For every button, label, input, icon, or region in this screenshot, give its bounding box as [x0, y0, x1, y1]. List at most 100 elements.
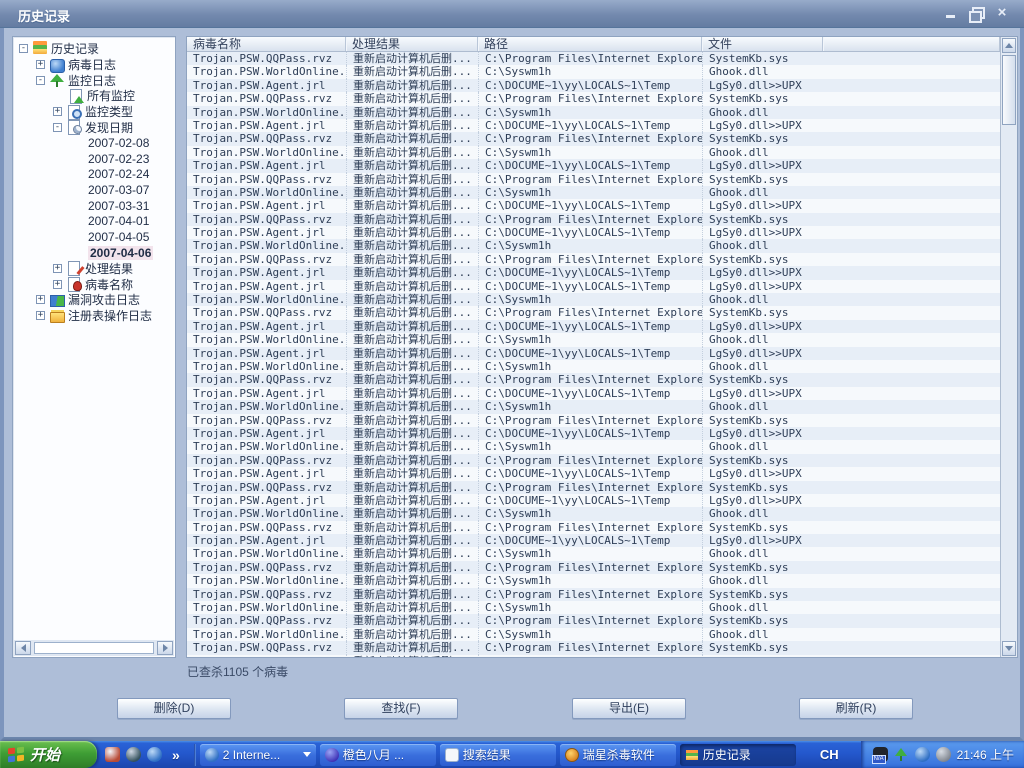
table-row[interactable]: Trojan.PSW.WorldOnline.bx重新启动计算机后删...C:\… [187, 186, 1000, 199]
table-row[interactable]: Trojan.PSW.Agent.jrl重新启动计算机后删...C:\DOCUM… [187, 494, 1000, 507]
refresh-button[interactable]: 刷新(R) [799, 698, 913, 719]
tree-item[interactable]: -发现日期 [13, 119, 175, 135]
tree-item[interactable]: +处理结果 [13, 261, 175, 277]
expand-toggle-icon[interactable]: + [36, 295, 45, 304]
table-row[interactable]: Trojan.PSW.Agent.jrl重新启动计算机后删...C:\DOCUM… [187, 199, 1000, 212]
quicklaunch-ie-icon[interactable] [147, 747, 162, 762]
table-row[interactable]: Trojan.PSW.Agent.jrl重新启动计算机后删...C:\DOCUM… [187, 320, 1000, 333]
table-row[interactable]: Trojan.PSW.QQPass.rvz重新启动计算机后删...C:\Prog… [187, 92, 1000, 105]
task-group-caret-icon[interactable] [303, 752, 311, 757]
tree-item[interactable]: +病毒日志 [13, 57, 175, 73]
table-row[interactable]: Trojan.PSW.WorldOnline.bx重新启动计算机后删...C:\… [187, 628, 1000, 641]
expand-toggle-icon[interactable]: + [53, 264, 62, 273]
clock[interactable]: 21:46 上午 [957, 746, 1014, 763]
expand-toggle-icon[interactable]: + [36, 311, 45, 320]
table-vertical-scrollbar[interactable] [1000, 37, 1017, 657]
ie-tray-icon[interactable] [915, 747, 930, 762]
delete-button[interactable]: 删除(D) [117, 698, 231, 719]
scroll-up-button[interactable] [1002, 38, 1016, 53]
column-header-result[interactable]: 处理结果 [346, 37, 478, 51]
table-row[interactable]: Trojan.PSW.QQPass.rvz重新启动计算机后删...C:\Prog… [187, 213, 1000, 226]
table-row[interactable]: Trojan.PSW.QQPass.rvz重新启动计算机后删...C:\Prog… [187, 373, 1000, 386]
table-row[interactable]: Trojan.PSW.WorldOnline.bx重新启动计算机后删...C:\… [187, 400, 1000, 413]
table-row[interactable]: Trojan.PSW.WorldOnline.bx重新启动计算机后删...C:\… [187, 601, 1000, 614]
table-row[interactable]: Trojan.PSW.Agent.jrl重新启动计算机后删...C:\DOCUM… [187, 280, 1000, 293]
tree-item[interactable]: +注册表操作日志 [13, 308, 175, 324]
export-button[interactable]: 导出(E) [572, 698, 686, 719]
scrollbar-thumb[interactable] [1002, 55, 1016, 125]
table-row[interactable]: Trojan.PSW.QQPass.rvz重新启动计算机后删...C:\Prog… [187, 253, 1000, 266]
table-row[interactable]: Trojan.PSW.WorldOnline.bx重新启动计算机后删...C:\… [187, 547, 1000, 560]
scrollbar-track[interactable] [34, 642, 154, 654]
volume-icon[interactable] [936, 747, 951, 762]
tree-item[interactable]: 所有监控 [13, 88, 175, 104]
expand-toggle-icon[interactable]: + [36, 60, 45, 69]
tree-item[interactable]: 2007-04-01 [13, 214, 175, 230]
tree-item[interactable]: -监控日志 [13, 72, 175, 88]
expand-toggle-icon[interactable]: + [53, 280, 62, 289]
scroll-down-button[interactable] [1002, 641, 1016, 656]
table-row[interactable]: Trojan.PSW.Agent.jrl重新启动计算机后删...C:\DOCUM… [187, 159, 1000, 172]
tree-item[interactable]: 2007-02-08 [13, 135, 175, 151]
taskbar-task-search-doc[interactable]: 搜索结果 [440, 744, 556, 766]
table-row[interactable]: Trojan.PSW.QQPass.rvz重新启动计算机后删...C:\Prog… [187, 521, 1000, 534]
quicklaunch-messenger-icon[interactable] [126, 747, 141, 762]
table-row[interactable]: Trojan.PSW.WorldOnline.bx重新启动计算机后删...C:\… [187, 239, 1000, 252]
close-button[interactable]: × [994, 6, 1010, 21]
table-row[interactable]: Trojan.PSW.WorldOnline.bx重新启动计算机后删...C:\… [187, 440, 1000, 453]
quicklaunch-browser-red-icon[interactable] [105, 747, 120, 762]
start-button[interactable]: 开始 [0, 741, 97, 768]
table-row[interactable]: Trojan.PSW.QQPass.rvz重新启动计算机后删...C:\Prog… [187, 454, 1000, 467]
tree-item[interactable]: 2007-02-24 [13, 167, 175, 183]
table-row[interactable]: Trojan.PSW.QQPass.rvz重新启动计算机后删...C:\Prog… [187, 481, 1000, 494]
tree-item[interactable]: -历史记录 [13, 41, 175, 57]
table-row[interactable]: Trojan.PSW.WorldOnline.bx重新启动计算机后删...C:\… [187, 507, 1000, 520]
tree-item[interactable]: 2007-03-31 [13, 198, 175, 214]
column-header-virus-name[interactable]: 病毒名称 [187, 37, 346, 51]
tree-item[interactable]: +病毒名称 [13, 276, 175, 292]
scroll-right-button[interactable] [157, 641, 173, 655]
expand-toggle-icon[interactable]: + [53, 107, 62, 116]
collapse-toggle-icon[interactable]: - [36, 76, 45, 85]
table-row[interactable]: Trojan.PSW.QQPass.rvz重新启动计算机后删...C:\Prog… [187, 132, 1000, 145]
taskbar-task-ie[interactable]: 2 Interne... [200, 744, 316, 766]
table-row[interactable]: Trojan.PSW.QQPass.rvz重新启动计算机后删...C:\Prog… [187, 173, 1000, 186]
table-row[interactable]: Trojan.PSW.Agent.jrl重新启动计算机后删...C:\DOCUM… [187, 467, 1000, 480]
table-row[interactable]: Trojan.PSW.QQPass.rvz重新启动计算机后删...C:\Prog… [187, 614, 1000, 627]
table-row[interactable]: Trojan.PSW.QQPass.rvz重新启动计算机后删...C:\Prog… [187, 414, 1000, 427]
language-indicator[interactable]: CH [810, 747, 849, 762]
scroll-left-button[interactable] [15, 641, 31, 655]
taskbar-task-history-books[interactable]: 历史记录 [680, 744, 796, 766]
tree-item[interactable]: 2007-03-07 [13, 182, 175, 198]
collapse-toggle-icon[interactable]: - [19, 44, 28, 53]
titlebar[interactable]: 历史记录 × [0, 0, 1024, 28]
table-row[interactable]: Trojan.PSW.WorldOnline.bx重新启动计算机后删...C:\… [187, 574, 1000, 587]
table-row[interactable]: Trojan.PSW.QQPass.rvz重新启动计算机后删...C:\Prog… [187, 52, 1000, 65]
taskbar-task-rising-lion[interactable]: 瑞星杀毒软件 [560, 744, 676, 766]
taskbar-task-orange-august[interactable]: 橙色八月 ... [320, 744, 436, 766]
quicklaunch-overflow-chevron[interactable]: » [168, 747, 184, 763]
table-row[interactable]: Trojan.PSW.QQPass.rvz重新启动计算机后删...C:\Prog… [187, 641, 1000, 654]
qq-na-icon[interactable] [873, 747, 888, 762]
table-row[interactable]: Trojan.PSW.WorldOnline.bx重新启动计算机后删...C:\… [187, 293, 1000, 306]
table-row[interactable]: Trojan.PSW.Agent.jrl重新启动计算机后删...C:\DOCUM… [187, 119, 1000, 132]
tree-item[interactable]: +监控类型 [13, 104, 175, 120]
table-row[interactable]: Trojan.PSW.WorldOnline.bx重新启动计算机后删...C:\… [187, 146, 1000, 159]
table-row[interactable]: Trojan.PSW.QQPass.rvz重新启动计算机后删...C:\Prog… [187, 561, 1000, 574]
table-row[interactable]: Trojan.PSW.QQPass.rvz重新启动计算机后删...C:\Prog… [187, 588, 1000, 601]
table-row[interactable]: Trojan.PSW.WorldOnline.bx重新启动计算机后删...C:\… [187, 106, 1000, 119]
table-row[interactable]: Trojan.PSW.QQPass.rvz重新启动计算机后删...C:\Prog… [187, 306, 1000, 319]
table-row[interactable]: Trojan.PSW.Agent.jrl重新启动计算机后删...C:\DOCUM… [187, 387, 1000, 400]
table-row[interactable]: Trojan.PSW.WorldOnline.bx重新启动计算机后删...C:\… [187, 655, 1000, 657]
column-header-path[interactable]: 路径 [478, 37, 702, 51]
column-header-file[interactable]: 文件 [702, 37, 823, 51]
table-row[interactable]: Trojan.PSW.Agent.jrl重新启动计算机后删...C:\DOCUM… [187, 347, 1000, 360]
find-button[interactable]: 查找(F) [344, 698, 458, 719]
rising-umbrella-icon[interactable] [894, 747, 909, 762]
minimize-button[interactable] [942, 6, 958, 21]
table-row[interactable]: Trojan.PSW.Agent.jrl重新启动计算机后删...C:\DOCUM… [187, 534, 1000, 547]
table-row[interactable]: Trojan.PSW.Agent.jrl重新启动计算机后删...C:\DOCUM… [187, 79, 1000, 92]
collapse-toggle-icon[interactable]: - [53, 123, 62, 132]
table-row[interactable]: Trojan.PSW.WorldOnline.bx重新启动计算机后删...C:\… [187, 333, 1000, 346]
table-row[interactable]: Trojan.PSW.WorldOnline.bx重新启动计算机后删...C:\… [187, 360, 1000, 373]
